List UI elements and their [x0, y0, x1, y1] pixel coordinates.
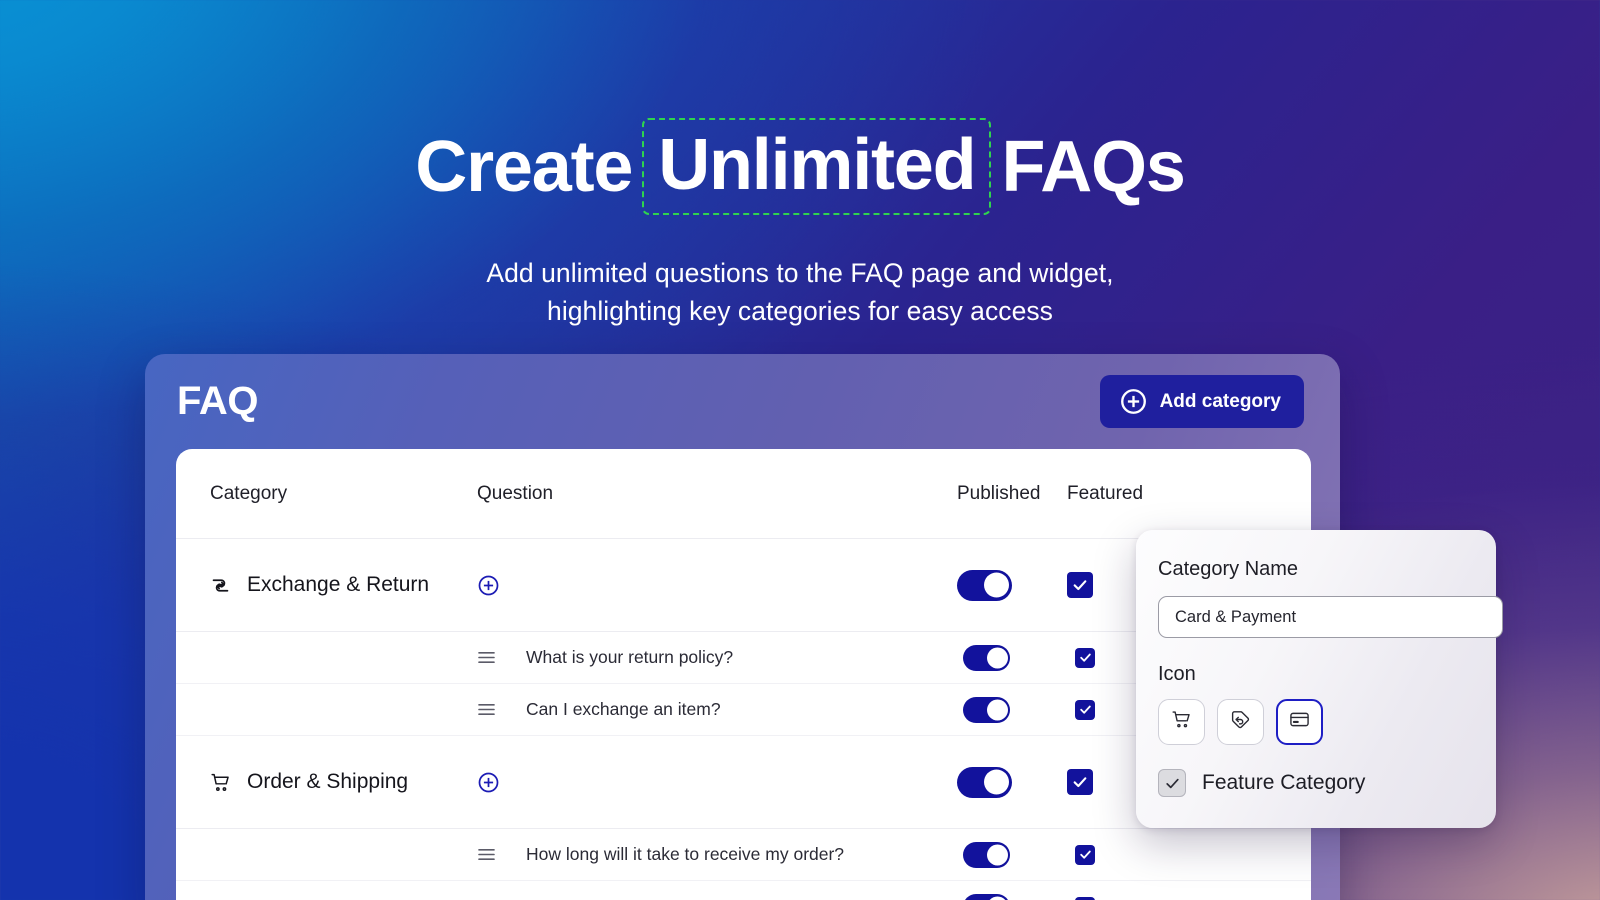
category-name-label: Category Name [1158, 558, 1474, 581]
table-header-row: Category Question Published Featured [176, 449, 1311, 539]
feature-category-label: Feature Category [1202, 771, 1365, 795]
featured-checkbox[interactable] [1067, 572, 1093, 598]
plus-circle-icon [1120, 388, 1147, 415]
featured-checkbox[interactable] [1075, 648, 1095, 668]
faq-panel-title: FAQ [177, 379, 258, 424]
page-subheadline: Add unlimited questions to the FAQ page … [0, 255, 1600, 330]
question-cell: Can I exchange an item? [477, 699, 957, 720]
toggle-knob [984, 770, 1009, 795]
published-toggle[interactable] [963, 645, 1010, 671]
question-row-partial[interactable] [176, 881, 1311, 900]
toggle-knob [984, 573, 1009, 598]
headline-word-after: FAQs [997, 131, 1188, 203]
category-name: Exchange & Return [247, 573, 429, 597]
icon-option-shopping-cart[interactable] [1158, 699, 1205, 745]
subheadline-line-1: Add unlimited questions to the FAQ page … [0, 255, 1600, 293]
published-cell [957, 645, 1067, 671]
faq-panel-header: FAQ Add category [145, 354, 1340, 449]
shopping-cart-icon [1171, 709, 1192, 735]
toggle-knob [987, 844, 1008, 865]
add-question-cell [477, 771, 957, 794]
drag-handle-icon[interactable] [477, 847, 496, 862]
drag-handle-icon[interactable] [477, 702, 496, 717]
icon-options [1158, 699, 1474, 745]
published-cell [957, 570, 1067, 601]
icon-option-return-tag[interactable] [1217, 699, 1264, 745]
feature-category-row[interactable]: Feature Category [1158, 769, 1474, 797]
toggle-knob [987, 647, 1008, 668]
add-category-label: Add category [1160, 391, 1281, 413]
featured-cell [1067, 845, 1177, 865]
toggle-knob [987, 699, 1008, 720]
featured-checkbox[interactable] [1075, 845, 1095, 865]
featured-checkbox[interactable] [1075, 700, 1095, 720]
headline-highlight: Unlimited [642, 118, 991, 215]
featured-checkbox[interactable] [1067, 769, 1093, 795]
return-tag-icon [1230, 709, 1251, 735]
featured-cell [1067, 897, 1177, 900]
add-question-cell [477, 574, 957, 597]
published-toggle[interactable] [963, 697, 1010, 723]
category-cell: Exchange & Return [210, 573, 477, 597]
toggle-knob [987, 896, 1008, 900]
featured-checkbox[interactable] [1075, 897, 1095, 900]
question-row[interactable]: How long will it take to receive my orde… [176, 829, 1311, 881]
shopping-cart-icon [210, 772, 231, 793]
question-cell: How long will it take to receive my orde… [477, 844, 957, 865]
headline-word-before: Create [411, 131, 636, 203]
icon-option-credit-card[interactable] [1276, 699, 1323, 745]
question-text: Can I exchange an item? [526, 699, 721, 720]
page-headline: Create Unlimited FAQs [0, 118, 1600, 215]
published-cell [957, 767, 1067, 798]
add-category-button[interactable]: Add category [1100, 375, 1304, 428]
category-name: Order & Shipping [247, 770, 408, 794]
published-toggle[interactable] [957, 570, 1012, 601]
column-header-category: Category [210, 483, 477, 505]
category-editor-popover: Category Name Card & Payment Icon [1136, 530, 1496, 828]
hero-section: Create Unlimited FAQs Add unlimited ques… [0, 0, 1600, 331]
published-toggle[interactable] [963, 842, 1010, 868]
plus-circle-icon[interactable] [477, 771, 500, 794]
column-header-featured: Featured [1067, 483, 1177, 505]
feature-category-checkbox[interactable] [1158, 769, 1186, 797]
plus-circle-icon[interactable] [477, 574, 500, 597]
published-cell [957, 894, 1067, 900]
category-cell: Order & Shipping [210, 770, 477, 794]
icon-label: Icon [1158, 663, 1474, 686]
published-cell [957, 842, 1067, 868]
credit-card-icon [1289, 709, 1310, 735]
question-text: What is your return policy? [526, 647, 733, 668]
published-toggle[interactable] [963, 894, 1010, 900]
subheadline-line-2: highlighting key categories for easy acc… [0, 293, 1600, 331]
category-name-input[interactable]: Card & Payment [1158, 596, 1503, 638]
column-header-published: Published [957, 483, 1067, 505]
published-cell [957, 697, 1067, 723]
drag-handle-icon[interactable] [477, 650, 496, 665]
column-header-question: Question [477, 483, 957, 505]
exchange-arrows-icon [210, 575, 231, 596]
published-toggle[interactable] [957, 767, 1012, 798]
question-text: How long will it take to receive my orde… [526, 844, 844, 865]
question-cell: What is your return policy? [477, 647, 957, 668]
